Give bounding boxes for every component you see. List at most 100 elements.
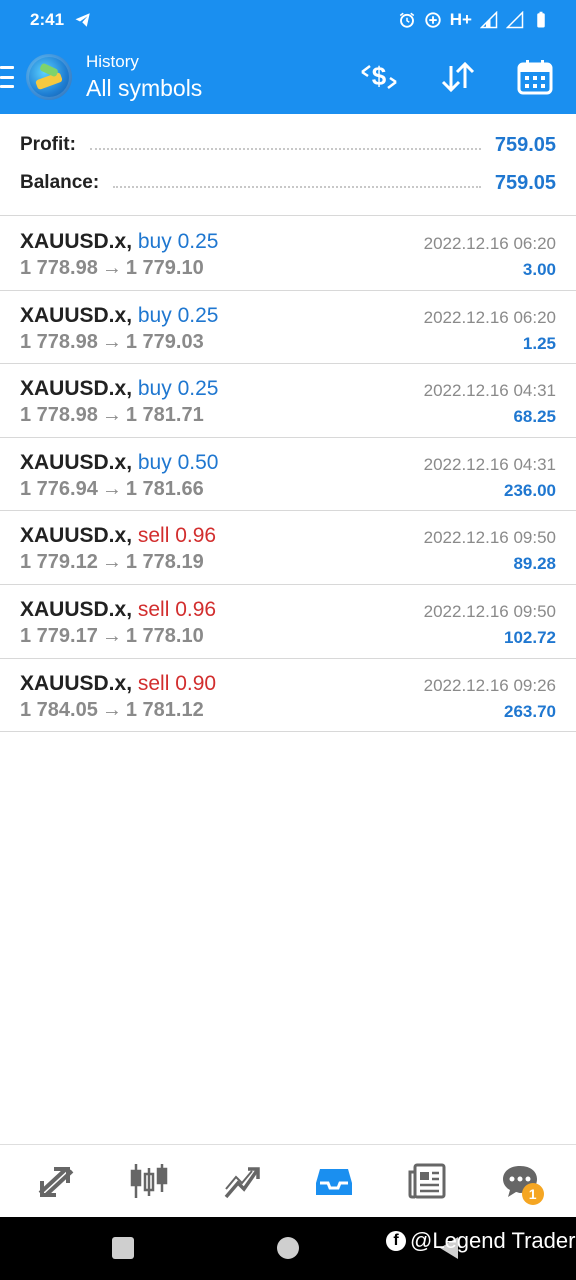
- profit-row: Profit: 759.05: [20, 132, 556, 158]
- status-time: 2:41: [30, 10, 65, 29]
- close-price: 1 779.03: [125, 330, 204, 353]
- close-price: 1 781.66: [125, 477, 204, 500]
- quotes-icon: [38, 1167, 74, 1197]
- list-item[interactable]: XAUUSD.x, buy 0.50 1 776.94 → 1 781.66 202…: [0, 438, 576, 512]
- deal-symbol: XAUUSD.x,: [20, 597, 133, 621]
- arrow-icon: →: [101, 404, 122, 427]
- arrow-icon: →: [101, 257, 122, 279]
- trade-icon: [224, 1167, 260, 1199]
- deal-symbol: XAUUSD.x,: [20, 303, 133, 327]
- close-price: 1 781.71: [125, 404, 204, 427]
- open-price: 1 784.05: [20, 698, 98, 721]
- header-subtitle: History: [86, 52, 139, 71]
- close-price: 1 778.19: [125, 551, 204, 574]
- leader-dots: [113, 186, 481, 188]
- watermark: f @Legend Trader: [386, 1228, 575, 1254]
- profit-label: Profit:: [20, 134, 76, 155]
- nav-news[interactable]: [397, 1153, 457, 1209]
- menu-icon[interactable]: [0, 66, 16, 88]
- nav-trade[interactable]: [212, 1153, 272, 1209]
- balance-label: Balance:: [20, 172, 100, 193]
- deal-symbol: XAUUSD.x,: [20, 377, 133, 401]
- deals-list: XAUUSD.x, buy 0.25 1 778.98 → 1 779.10 202…: [0, 217, 576, 733]
- sort-icon[interactable]: [438, 60, 478, 94]
- list-item[interactable]: XAUUSD.x, sell 0.90 1 784.05 → 1 781.12 20…: [0, 659, 576, 733]
- deal-time: 2022.12.16 04:31: [423, 381, 556, 401]
- list-item[interactable]: XAUUSD.x, sell 0.96 1 779.12 → 1 778.19 20…: [0, 511, 576, 585]
- summary-panel: Profit: 759.05 Balance: 759.05: [0, 114, 576, 216]
- arrow-icon: →: [101, 698, 122, 721]
- app-logo: [26, 54, 72, 100]
- deal-profit: 1.25: [522, 333, 556, 353]
- balance-value: 759.05: [494, 171, 556, 194]
- list-item[interactable]: XAUUSD.x, buy 0.25 1 778.98 → 1 779.10 202…: [0, 217, 576, 291]
- currency-exchange-icon[interactable]: $: [358, 60, 400, 94]
- close-price: 1 778.10: [125, 624, 204, 647]
- chat-badge: 1: [521, 1183, 544, 1205]
- signal-icon: [506, 11, 524, 29]
- deal-profit: 89.28: [513, 554, 556, 574]
- signal-icon: [480, 11, 498, 29]
- recents-button[interactable]: [112, 1237, 134, 1259]
- header-title[interactable]: All symbols: [86, 74, 202, 102]
- deal-action: buy 0.50: [137, 450, 219, 474]
- deal-profit: 3.00: [522, 260, 556, 279]
- deal-symbol: XAUUSD.x,: [20, 524, 133, 548]
- header-actions: $: [358, 58, 554, 96]
- data-saver-icon: [425, 12, 441, 28]
- home-button[interactable]: [277, 1237, 299, 1259]
- open-price: 1 778.98: [20, 257, 98, 279]
- close-price: 1 781.12: [125, 698, 204, 721]
- deal-symbol: XAUUSD.x,: [20, 450, 133, 474]
- list-item[interactable]: XAUUSD.x, buy 0.25 1 778.98 → 1 781.71 202…: [0, 364, 576, 438]
- arrow-icon: →: [101, 624, 122, 647]
- nav-chat[interactable]: 1: [490, 1153, 550, 1209]
- profit-value: 759.05: [494, 133, 556, 156]
- deal-action: sell 0.96: [137, 524, 217, 548]
- calendar-icon[interactable]: [516, 58, 554, 96]
- status-bar: 2:41 H+: [0, 0, 576, 40]
- deal-time: 2022.12.16 09:50: [423, 601, 556, 621]
- open-price: 1 779.17: [20, 624, 98, 647]
- open-price: 1 776.94: [20, 477, 98, 500]
- deal-time: 2022.12.16 09:50: [423, 528, 556, 548]
- nav-chart[interactable]: [119, 1153, 179, 1209]
- deal-time: 2022.12.16 06:20: [423, 307, 556, 327]
- history-icon: [316, 1169, 353, 1195]
- network-type: H+: [449, 10, 472, 29]
- deal-action: buy 0.25: [137, 377, 219, 401]
- alarm-icon: [399, 12, 414, 28]
- nav-quotes[interactable]: [26, 1153, 86, 1209]
- facebook-icon: f: [386, 1231, 406, 1251]
- telegram-icon: [75, 13, 90, 27]
- deal-time: 2022.12.16 09:26: [423, 675, 556, 695]
- list-item[interactable]: XAUUSD.x, sell 0.96 1 779.17 → 1 778.10 20…: [0, 585, 576, 659]
- system-nav-bar: f @Legend Trader: [0, 1217, 576, 1280]
- arrow-icon: →: [101, 551, 122, 574]
- deal-action: sell 0.96: [137, 597, 217, 621]
- status-icons: H+: [398, 10, 550, 30]
- close-price: 1 779.10: [125, 257, 204, 279]
- list-item[interactable]: XAUUSD.x, buy 0.25 1 778.98 → 1 779.03 202…: [0, 291, 576, 365]
- app-bar: History All symbols $: [0, 40, 576, 114]
- bottom-nav: 1: [0, 1144, 576, 1217]
- balance-row: Balance: 759.05: [20, 170, 556, 196]
- chart-icon: [130, 1164, 168, 1198]
- header-titles: History All symbols: [86, 52, 202, 102]
- deal-time: 2022.12.16 06:20: [423, 234, 556, 253]
- deal-action: buy 0.25: [137, 230, 219, 253]
- arrow-icon: →: [101, 330, 122, 353]
- svg-text:$: $: [372, 61, 387, 91]
- leader-dots: [89, 148, 481, 150]
- open-price: 1 778.98: [20, 404, 98, 427]
- deal-action: sell 0.90: [137, 671, 217, 695]
- deal-symbol: XAUUSD.x,: [20, 230, 133, 253]
- open-price: 1 779.12: [20, 551, 98, 574]
- open-price: 1 778.98: [20, 330, 98, 353]
- nav-history[interactable]: [304, 1153, 364, 1209]
- news-icon: [408, 1163, 446, 1199]
- deal-profit: 68.25: [513, 407, 556, 427]
- deal-symbol: XAUUSD.x,: [20, 671, 133, 695]
- deal-profit: 102.72: [504, 627, 556, 647]
- deal-profit: 236.00: [504, 480, 556, 500]
